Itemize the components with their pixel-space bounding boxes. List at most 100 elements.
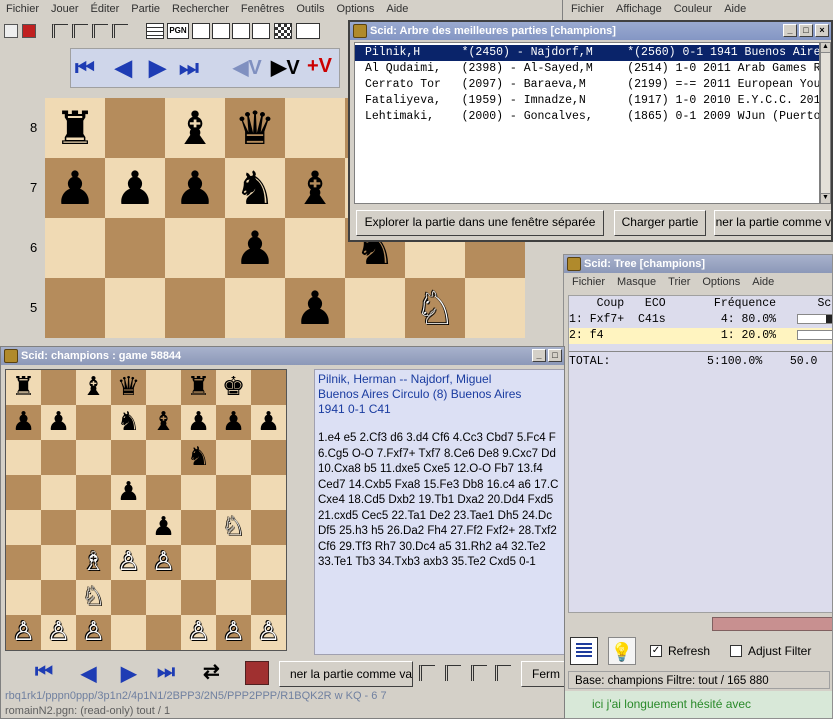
chess-piece-icon[interactable]: ♟ [54,158,95,218]
tree-menu-masque[interactable]: Masque [611,273,662,291]
prev-move-icon[interactable]: ◀ [81,661,96,686]
best-games-scrollbar[interactable]: ▲ ▼ [820,42,831,204]
board-square[interactable] [76,510,111,545]
board-square[interactable]: ♟ [45,158,105,218]
tree-menu-options[interactable]: Options [696,273,746,291]
last-move-icon[interactable]: ⏭ [179,55,199,81]
board-square[interactable]: ♙ [216,615,251,650]
board-square[interactable] [181,510,216,545]
next-move-icon[interactable]: ▶ [121,661,136,686]
chess-piece-icon[interactable]: ♙ [222,615,245,650]
close-icon[interactable]: × [815,24,829,37]
board-square[interactable]: ♟ [111,475,146,510]
board-square[interactable] [6,440,41,475]
board-square[interactable]: ♜ [45,98,105,158]
board-square[interactable]: ♟ [6,405,41,440]
chess-piece-icon[interactable]: ♟ [257,405,280,440]
board-square[interactable] [181,545,216,580]
game-list-icon-3[interactable] [471,665,487,681]
chess-piece-icon[interactable]: ♘ [222,510,245,545]
board-square[interactable] [111,440,146,475]
board-icon[interactable] [274,23,292,39]
game-list-icon-2[interactable] [445,665,461,681]
chess-piece-icon[interactable]: ♝ [82,370,105,405]
board-square[interactable]: ♙ [111,545,146,580]
exit-variation-icon[interactable]: ◀V [233,55,262,80]
menu-fichier-2[interactable]: Fichier [565,0,610,18]
board-square[interactable] [45,278,105,338]
board-square[interactable]: ♞ [111,405,146,440]
chess-piece-icon[interactable]: ♟ [187,405,210,440]
board-square[interactable] [111,580,146,615]
move-line[interactable]: 6.Cg5 O-O 7.Fxf7+ Txf7 8.Ce6 De8 9.Cxc7 … [318,447,562,463]
menu-affichage[interactable]: Affichage [610,0,668,18]
board-square[interactable]: ♗ [76,545,111,580]
game-chessboard[interactable]: ♜ ♝ ♛ ♜ ♚ ♟ ♟ ♞ ♝ ♟ ♟ ♟ ♞ ♟ ♟ ♘ ♗ ♙ ♙ ♘ ♙ ♙ ♙ ♙ ♙ ♙ [5,369,287,651]
board-square[interactable] [146,580,181,615]
board-square[interactable]: ♟ [285,278,345,338]
hint-lightbulb-icon[interactable]: 💡 [608,637,636,665]
tree-menu-aide[interactable]: Aide [746,273,780,291]
menu-jouer[interactable]: Jouer [45,0,85,18]
board-square[interactable]: ♜ [181,370,216,405]
board-square[interactable] [251,370,286,405]
chess-piece-icon[interactable]: ♞ [234,158,275,218]
table-icon[interactable] [146,23,164,39]
next-move-icon[interactable]: ▶ [149,55,166,81]
enter-variation-icon[interactable]: ▶V [271,55,300,80]
board-square[interactable]: ♟ [181,405,216,440]
board-square[interactable] [251,475,286,510]
chess-piece-icon[interactable]: ♜ [187,370,210,405]
chess-piece-icon[interactable]: ♟ [117,475,140,510]
menu-aide-2[interactable]: Aide [718,0,752,18]
tree-row-1[interactable]: 1: Fxf7+ C41s 4: 80.0% [569,312,832,328]
chess-piece-icon[interactable]: ♗ [82,545,105,580]
chess-piece-icon[interactable]: ♞ [187,440,210,475]
engine-icon[interactable] [296,23,320,39]
board-square[interactable] [41,475,76,510]
board-square[interactable]: ♙ [181,615,216,650]
board-square[interactable] [165,278,225,338]
board-square[interactable]: ♘ [76,580,111,615]
board-square[interactable]: ♘ [216,510,251,545]
maximize-icon[interactable]: □ [799,24,813,37]
chess-piece-icon[interactable]: ♘ [414,278,455,338]
board-square[interactable]: ♙ [251,615,286,650]
board-square[interactable] [251,440,286,475]
board-square[interactable]: ♟ [146,510,181,545]
chess-piece-icon[interactable]: ♝ [174,98,215,158]
first-move-icon[interactable]: ⏮ [75,55,95,81]
board-square[interactable] [251,510,286,545]
list-icon-4[interactable] [112,24,128,38]
minimize-icon[interactable]: _ [783,24,797,37]
board-square[interactable]: ♙ [76,615,111,650]
board-square[interactable]: ♜ [6,370,41,405]
board-square[interactable]: ♘ [405,278,465,338]
board-square[interactable] [111,615,146,650]
board-square[interactable] [146,370,181,405]
move-line[interactable]: 33.Te1 Tb3 34.Txb3 axb3 35.Te2 Cxd5 0-1 [318,555,562,571]
best-game-row-3[interactable]: Cerrato Tor (2097) - Baraeva,M (2199) =-… [355,77,819,93]
board-square[interactable] [146,475,181,510]
board-square[interactable] [111,510,146,545]
maximize-icon[interactable]: □ [548,349,562,362]
board-square[interactable]: ♞ [225,158,285,218]
hand-icon[interactable] [252,23,270,39]
board-square[interactable]: ♝ [285,158,345,218]
board-square[interactable] [6,475,41,510]
board-square[interactable]: ♟ [216,405,251,440]
board-square[interactable] [6,545,41,580]
menu-outils[interactable]: Outils [290,0,330,18]
chess-piece-icon[interactable]: ♙ [117,545,140,580]
best-game-row-2[interactable]: Al Qudaimi, (2398) - Al-Sayed,M (2514) 1… [355,61,819,77]
board-square[interactable]: ♙ [146,545,181,580]
chess-piece-icon[interactable]: ♙ [82,615,105,650]
chess-piece-icon[interactable]: ♝ [294,158,335,218]
chess-piece-icon[interactable]: ♟ [114,158,155,218]
board-square[interactable] [41,510,76,545]
board-square[interactable]: ♟ [165,158,225,218]
chess-piece-icon[interactable]: ♘ [82,580,105,615]
board-square[interactable] [45,218,105,278]
move-line[interactable]: Df5 25.h3 h5 26.Da2 Fh4 27.Ff2 Fxf2+ 28.… [318,524,562,540]
board-square[interactable] [76,405,111,440]
